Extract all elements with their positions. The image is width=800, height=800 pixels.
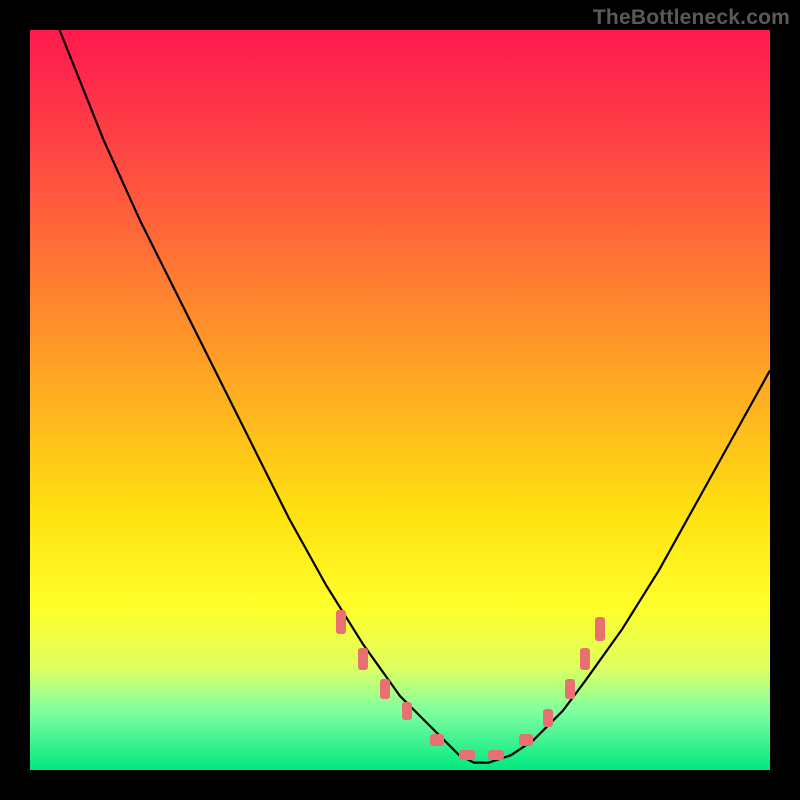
watermark-text: TheBottleneck.com bbox=[593, 6, 790, 30]
chart-frame: TheBottleneck.com bbox=[0, 0, 800, 800]
plot-area bbox=[30, 30, 770, 770]
highlight-marker bbox=[543, 709, 553, 727]
highlight-marker bbox=[430, 734, 444, 746]
highlight-marker bbox=[580, 648, 590, 670]
highlight-marker bbox=[402, 702, 412, 720]
highlight-marker bbox=[380, 679, 390, 699]
curve-svg bbox=[30, 30, 770, 770]
highlight-marker bbox=[358, 648, 368, 670]
highlight-marker bbox=[519, 734, 533, 746]
bottleneck-curve bbox=[60, 30, 770, 763]
highlight-marker bbox=[595, 617, 605, 641]
highlight-marker bbox=[488, 750, 504, 760]
highlight-marker bbox=[565, 679, 575, 699]
highlight-marker bbox=[459, 750, 475, 760]
highlight-marker bbox=[336, 610, 346, 634]
